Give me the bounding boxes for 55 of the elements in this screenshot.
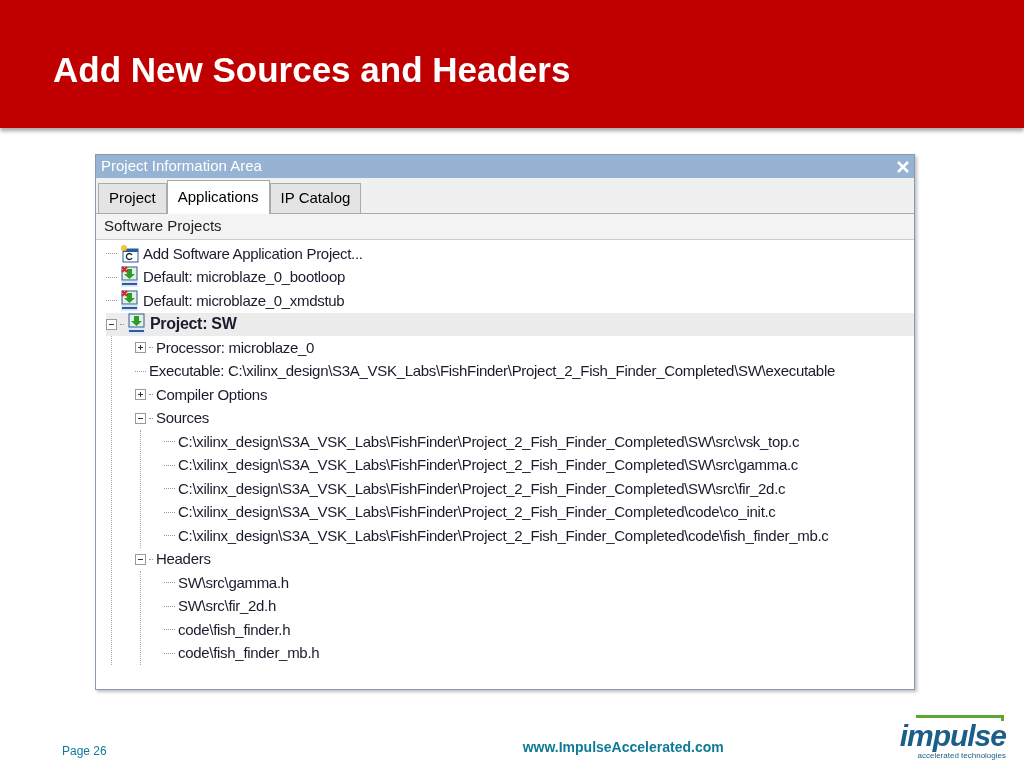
tree-item-label: Compiler Options [156,384,268,405]
tab[interactable]: IP Catalog [269,183,362,213]
tree-row[interactable]: Compiler Options [135,383,914,407]
website-link[interactable]: www.ImpulseAccelerated.com [522,737,724,758]
tree-item-label: code\fish_finder.h [178,619,291,640]
tree-item-label: Add Software Application Project... [143,243,363,264]
tree-row[interactable]: C:\xilinx_design\S3A_VSK_Labs\FishFinder\Project_2_Fish_Finder_Completed\code\co_init.c [164,500,914,524]
tree-item-label: C:\xilinx_design\S3A_VSK_Labs\FishFinder\Project_2_Fish_Finder_Completed\code\co_init.c [178,502,776,522]
collapse-icon[interactable] [106,318,117,330]
tree-row[interactable]: Processor: microblaze_0 [135,336,914,360]
page-number: Page 26 [62,743,107,760]
tab[interactable]: Project [98,183,167,213]
tree-row[interactable]: C:\xilinx_design\S3A_VSK_Labs\FishFinder\Project_2_Fish_Finder_Completed\SW\src\vsk_top.c [164,430,914,454]
download-chip-icon [127,313,147,336]
tree-item-label: C:\xilinx_design\S3A_VSK_Labs\FishFinder\Project_2_Fish_Finder_Completed\SW\src\fir_2d.c [178,478,786,499]
tree-row[interactable]: C:\xilinx_design\S3A_VSK_Labs\FishFinder\Project_2_Fish_Finder_Completed\SW\src\fir_2d.c [164,477,914,501]
tree-item-label: C:\xilinx_design\S3A_VSK_Labs\FishFinder\Project_2_Fish_Finder_Completed\code\fish_finder_mb.c [178,525,829,546]
tree-item-label: C:\xilinx_design\S3A_VSK_Labs\FishFinder\Project_2_Fish_Finder_Completed\SW\src\vsk_top.c [178,431,800,452]
tree-item-label: Executable: C:\xilinx_design\S3A_VSK_Labs\FishFinder\Project_2_Fish_Finder_Completed\SW\executable [149,361,835,381]
collapse-icon[interactable] [135,553,146,565]
section-header: Software Projects [96,214,914,240]
tree-row[interactable]: Executable: C:\xilinx_design\S3A_VSK_Labs\FishFinder\Project_2_Fish_Finder_Completed\SW\executable [135,359,914,383]
panel-title: Project Information Area [101,156,262,177]
tree-row[interactable]: code\fish_finder_mb.h [164,641,914,665]
tree-item-label: SW\src\gamma.h [178,572,289,593]
tree-row[interactable]: Headers [135,547,914,571]
expand-icon[interactable] [135,389,146,401]
collapse-icon[interactable] [135,412,146,424]
download-chip-icon [120,266,140,289]
expand-icon[interactable] [135,342,146,354]
tree-item-label: Default: microblaze_0_bootloop [143,267,345,287]
logo-wordmark: impulse [899,721,1006,751]
tree-item-label: Processor: microblaze_0 [156,337,315,358]
application-icon [120,243,140,264]
tree-row[interactable]: Project: SW [106,312,914,336]
tree-item-label: code\fish_finder_mb.h [178,643,320,663]
tree-row[interactable]: Sources [135,406,914,430]
tree-item-label: C:\xilinx_design\S3A_VSK_Labs\FishFinder\Project_2_Fish_Finder_Completed\SW\src\gamma.c [178,455,799,475]
tab[interactable]: Applications [166,180,270,214]
tree-item-label: Project: SW [150,314,237,335]
download-chip-icon [120,289,140,312]
slide-title: Add New Sources and Headers [53,49,571,91]
tree-row[interactable]: SW\src\fir_2d.h [164,594,914,618]
tree-row[interactable]: C:\xilinx_design\S3A_VSK_Labs\FishFinder\Project_2_Fish_Finder_Completed\code\fish_finder_mb.c [164,524,914,548]
tree-row[interactable]: Default: microblaze_0_bootloop [106,265,914,289]
tree-row[interactable]: C:\xilinx_design\S3A_VSK_Labs\FishFinder\Project_2_Fish_Finder_Completed\SW\src\gamma.c [164,453,914,477]
tree-item-label: Default: microblaze_0_xmdstub [143,290,345,311]
tree-item-label: Sources [156,408,209,428]
tree-row[interactable]: code\fish_finder.h [164,618,914,642]
tree-item-label: SW\src\fir_2d.h [178,596,277,616]
tree-item-label: Headers [156,549,211,569]
tree-row[interactable]: SW\src\gamma.h [164,571,914,595]
tree-row[interactable]: Default: microblaze_0_xmdstub [106,289,914,313]
logo-tagline: accelerated technologies [917,751,1006,760]
tree-row[interactable]: Add Software Application Project... [106,242,914,266]
